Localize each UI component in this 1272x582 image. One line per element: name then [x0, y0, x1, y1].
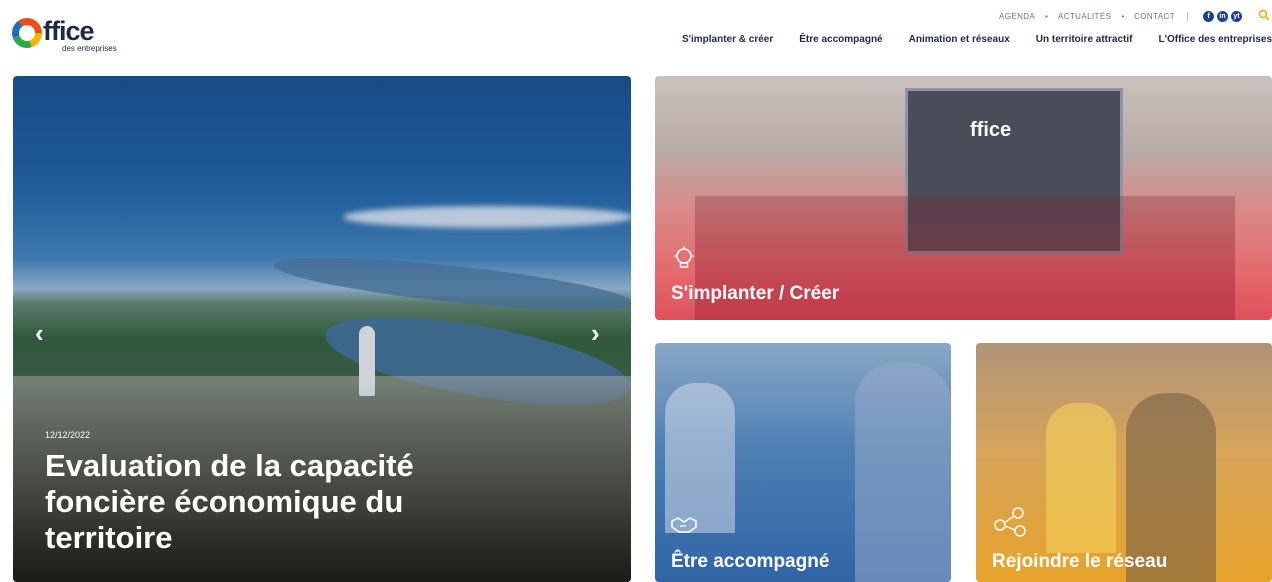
nav-implanter-creer[interactable]: S'implanter & créer: [682, 34, 773, 45]
linkedin-icon[interactable]: in: [1217, 11, 1228, 22]
nav-office-entreprises[interactable]: L'Office des entreprises: [1158, 34, 1272, 45]
nav-territoire-attractif[interactable]: Un territoire attractif: [1036, 34, 1133, 45]
hero-title[interactable]: Evaluation de la capacité foncière écono…: [45, 448, 525, 556]
handshake-icon: [671, 515, 697, 541]
main-nav: S'implanter & créer Être accompagné Anim…: [682, 34, 1272, 45]
carousel-prev-icon[interactable]: ‹: [35, 318, 44, 349]
logo-wordmark: ffice: [43, 16, 95, 46]
site-logo[interactable]: ffice des entreprises: [12, 16, 122, 54]
tile-label: Rejoindre le réseau: [992, 551, 1168, 572]
hero-carousel[interactable]: ‹ › 12/12/2022 Evaluation de la capacité…: [13, 76, 631, 582]
tile-rejoindre-reseau[interactable]: Rejoindre le réseau: [976, 343, 1272, 582]
hero-image-river: [272, 247, 631, 321]
hero-date: 12/12/2022: [45, 430, 91, 440]
logo-subtitle: des entreprises: [62, 44, 117, 53]
tile-label: S'implanter / Créer: [671, 283, 840, 304]
search-icon[interactable]: [1258, 9, 1272, 23]
tile-image-woman: [1046, 403, 1116, 553]
hero-image-cloud: [343, 206, 631, 228]
tile-image-person-right: [855, 363, 951, 582]
lightbulb-icon: [673, 246, 695, 278]
nav-animation-reseaux[interactable]: Animation et réseaux: [909, 34, 1010, 45]
tile-implanter-creer[interactable]: ffice S'implanter / Créer: [655, 76, 1272, 320]
logo-ring-icon: [12, 18, 42, 48]
network-icon: [992, 505, 1032, 545]
youtube-icon[interactable]: yt: [1231, 11, 1242, 22]
carousel-next-icon[interactable]: ›: [591, 318, 600, 349]
facebook-icon[interactable]: f: [1203, 11, 1214, 22]
utility-bar: AGENDA • ACTUALITÉS • CONTACT f in yt: [999, 11, 1242, 22]
tile-label: Être accompagné: [671, 551, 830, 572]
building-sign: ffice: [970, 119, 1012, 141]
utility-link-actualites[interactable]: ACTUALITÉS: [1058, 12, 1111, 21]
tile-image-person-left: [665, 383, 735, 533]
nav-etre-accompagne[interactable]: Être accompagné: [799, 34, 882, 45]
utility-divider: [1187, 11, 1188, 22]
utility-link-contact[interactable]: CONTACT: [1134, 12, 1175, 21]
tile-etre-accompagne[interactable]: Être accompagné: [655, 343, 951, 582]
utility-link-agenda[interactable]: AGENDA: [999, 12, 1035, 21]
